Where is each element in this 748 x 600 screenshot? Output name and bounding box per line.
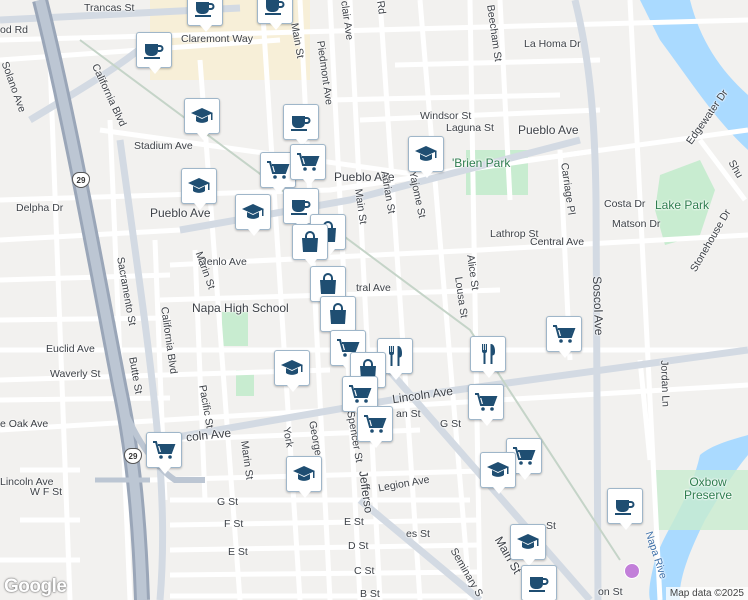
coffee-marker[interactable]: [521, 565, 557, 600]
school-icon: [486, 458, 510, 482]
school-icon: [241, 200, 265, 224]
school-marker[interactable]: [480, 452, 516, 494]
shopping-icon: [326, 302, 350, 326]
camera-poi-icon[interactable]: [624, 563, 640, 579]
coffee-icon: [289, 110, 313, 134]
map-canvas[interactable]: 29 29 Trancas St Claremont Way od Rd Sol…: [0, 0, 748, 600]
school-marker[interactable]: [408, 136, 444, 178]
school-marker[interactable]: [510, 524, 546, 566]
coffee-icon: [193, 0, 217, 20]
restaurant-marker[interactable]: [470, 336, 506, 378]
coffee-marker[interactable]: [607, 488, 643, 530]
grocery-icon: [152, 438, 176, 462]
coffee-icon: [613, 494, 637, 518]
coffee-icon: [142, 38, 166, 62]
map-attribution[interactable]: Map data ©2025: [665, 587, 748, 600]
shopping-marker[interactable]: [292, 224, 328, 266]
high-school-field-1: [222, 312, 248, 346]
coffee-icon: [263, 0, 287, 18]
oxbow-park-area: [655, 470, 748, 530]
grocery-icon: [552, 322, 576, 346]
grocery-marker[interactable]: [146, 432, 182, 474]
coffee-icon: [527, 571, 551, 595]
grocery-marker[interactable]: [290, 144, 326, 186]
grocery-icon: [266, 158, 290, 182]
grocery-marker[interactable]: [357, 406, 393, 448]
school-icon: [292, 462, 316, 486]
lake-park-area: [655, 160, 715, 245]
school-icon: [280, 356, 304, 380]
grocery-icon: [348, 382, 372, 406]
grocery-marker[interactable]: [468, 384, 504, 426]
google-logo: Google: [4, 576, 67, 597]
coffee-marker[interactable]: [257, 0, 293, 30]
restaurant-icon: [476, 342, 500, 366]
school-icon: [190, 104, 214, 128]
coffee-icon: [289, 194, 313, 218]
school-marker[interactable]: [235, 194, 271, 236]
grocery-marker[interactable]: [546, 316, 582, 358]
school-marker[interactable]: [184, 98, 220, 140]
coffee-marker[interactable]: [187, 0, 223, 32]
school-marker[interactable]: [286, 456, 322, 498]
grocery-icon: [474, 390, 498, 414]
school-marker[interactable]: [181, 168, 217, 210]
school-icon: [187, 174, 211, 198]
grocery-icon: [296, 150, 320, 174]
school-icon: [516, 530, 540, 554]
coffee-marker[interactable]: [136, 32, 172, 74]
school-marker[interactable]: [274, 350, 310, 392]
shopping-marker[interactable]: [320, 296, 356, 338]
restaurant-icon: [383, 344, 407, 368]
school-icon: [414, 142, 438, 166]
coffee-marker[interactable]: [283, 104, 319, 146]
shopping-icon: [316, 272, 340, 296]
shopping-icon: [298, 230, 322, 254]
grocery-icon: [363, 412, 387, 436]
